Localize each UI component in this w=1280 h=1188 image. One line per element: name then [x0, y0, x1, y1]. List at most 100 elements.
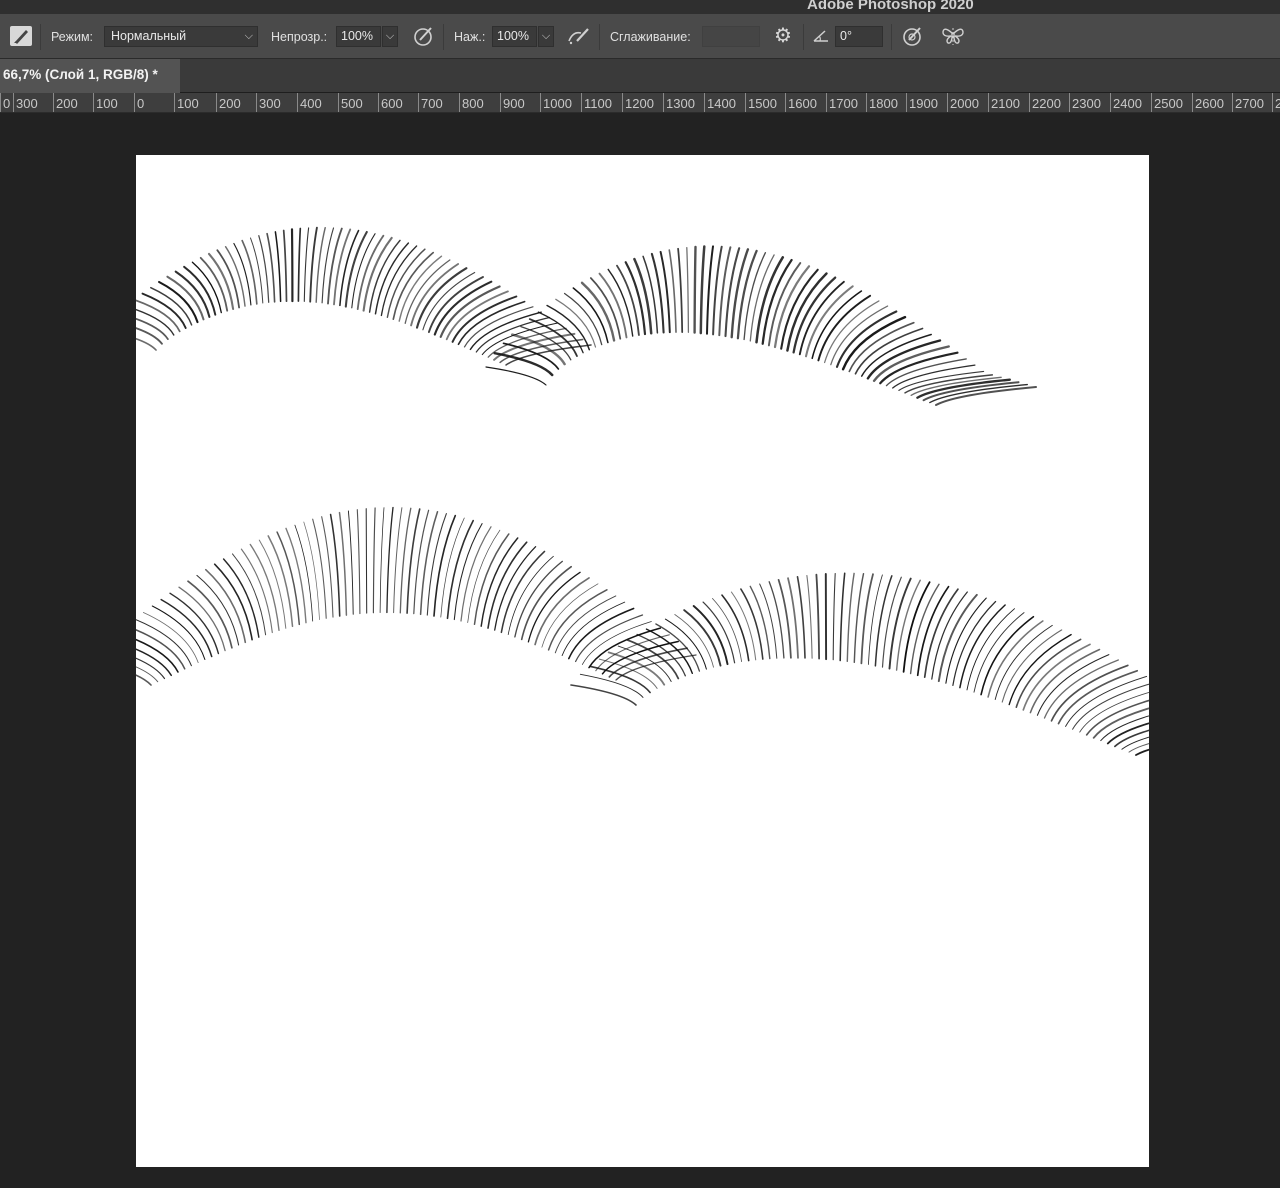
eyelash-stroke: [316, 228, 325, 303]
eyelash-stroke: [340, 231, 359, 306]
ruler-label: 1200: [625, 96, 654, 111]
eyelash-stroke: [170, 593, 218, 653]
ruler-label: 2600: [1195, 96, 1224, 111]
ruler-label: 500: [341, 96, 363, 111]
document-canvas[interactable]: [136, 155, 1149, 1167]
eyelash-stroke: [738, 251, 757, 338]
eyelash-stroke: [807, 576, 812, 659]
ruler-label: 1100: [584, 96, 612, 111]
ruler-label: 1800: [869, 96, 898, 111]
brush-tool-preset-icon[interactable]: [10, 26, 32, 46]
ruler-tick: [947, 93, 948, 113]
ruler-label: 900: [503, 96, 525, 111]
eyelash-stroke: [861, 574, 873, 663]
eyelash-stroke: [833, 574, 835, 660]
ruler-tick: [53, 93, 54, 113]
eyelash-stroke: [304, 228, 308, 302]
eyelash-stroke: [259, 236, 269, 303]
eyelash-stroke: [678, 249, 682, 332]
app-title: Adobe Photoshop 2020: [807, 0, 974, 13]
eyelash-stroke: [434, 516, 455, 616]
ruler-tick: [338, 93, 339, 113]
eyelash-stroke: [366, 509, 367, 613]
flow-input[interactable]: 100%: [492, 26, 537, 47]
eyelash-stroke: [486, 367, 546, 385]
ruler-label: 200: [219, 96, 241, 111]
flow-dropdown-chevron-icon[interactable]: ⌵: [538, 26, 554, 47]
eyelash-stroke: [322, 517, 333, 617]
eyelash-stroke: [840, 573, 845, 660]
eyelash-stroke: [136, 660, 151, 685]
eyelash-stroke: [259, 540, 286, 628]
ruler-tick: [540, 93, 541, 113]
ruler-label: 1400: [707, 96, 736, 111]
opacity-dropdown-chevron-icon[interactable]: ⌵: [382, 26, 398, 47]
eyelash-stroke: [427, 514, 446, 616]
opacity-label: Непрозр.:: [271, 14, 327, 59]
ruler-tick: [663, 93, 664, 113]
eyelash-stroke: [779, 580, 791, 658]
app-title-bar: Adobe Photoshop 2020: [0, 0, 1280, 14]
airbrush-icon[interactable]: [567, 25, 591, 52]
opacity-input[interactable]: 100%: [336, 26, 381, 47]
ruler-label: 700: [421, 96, 443, 111]
separator: [891, 24, 892, 50]
ruler-tick: [0, 93, 1, 113]
horizontal-ruler[interactable]: 0 300 200 100 0 100 200 300 400 500 600 700 800 900 10…: [0, 93, 1280, 113]
eyelash-stroke: [847, 573, 854, 661]
ruler-label: 2700: [1235, 96, 1264, 111]
ruler-tick: [134, 93, 135, 113]
eyelash-stroke: [209, 254, 233, 309]
mode-select[interactable]: Нормальный ⌵: [104, 26, 258, 47]
symmetry-butterfly-icon[interactable]: [940, 24, 966, 53]
angle-input[interactable]: 0°: [835, 26, 883, 47]
eyelash-stroke: [707, 246, 713, 333]
ruler-tick: [13, 93, 14, 113]
eyelash-stroke: [750, 255, 774, 341]
ruler-label: 1700: [829, 96, 858, 111]
eyelash-stroke: [652, 254, 664, 333]
ruler-tick: [1232, 93, 1233, 113]
eyelash-stroke: [357, 510, 360, 614]
ruler-label: 100: [96, 96, 118, 111]
ruler-label: 800: [462, 96, 484, 111]
ruler-tick: [1272, 93, 1273, 113]
pressure-opacity-icon[interactable]: [412, 24, 436, 53]
eyelash-stroke: [1080, 688, 1149, 732]
eyelash-stroke: [373, 508, 375, 613]
ruler-tick: [826, 93, 827, 113]
eyelash-stroke: [143, 294, 186, 328]
ruler-tick: [866, 93, 867, 113]
document-tab[interactable]: 66,7% (Слой 1, RGB/8) *: [0, 59, 180, 93]
eyelash-stroke: [589, 628, 660, 668]
eyelash-stroke: [348, 511, 353, 614]
eyelash-stroke: [226, 247, 245, 306]
ruler-label: 2: [1275, 96, 1280, 111]
eyelash-stroke: [387, 508, 393, 613]
ruler-tick: [581, 93, 582, 113]
eyelash-stroke: [816, 575, 819, 659]
eyelash-stroke: [596, 635, 670, 671]
angle-value: 0°: [840, 29, 852, 43]
ruler-tick: [216, 93, 217, 113]
gear-icon[interactable]: ⚙: [774, 25, 792, 47]
eyelash-stroke: [608, 269, 633, 336]
mode-value: Нормальный: [111, 29, 186, 43]
eyelash-stroke: [939, 595, 977, 681]
ruler-label: 0: [3, 96, 10, 111]
eyelash-stroke: [352, 234, 375, 308]
smoothing-input[interactable]: [702, 26, 760, 47]
pressure-size-icon[interactable]: [901, 24, 925, 53]
eyelash-stroke: [798, 577, 806, 658]
eyelash-stroke: [695, 247, 696, 333]
ruler-tick: [745, 93, 746, 113]
ruler-tick: [785, 93, 786, 113]
eyelash-stroke: [890, 579, 911, 669]
eyelash-stroke: [669, 250, 676, 332]
eyelash-stroke: [448, 521, 474, 619]
eyelash-stroke: [744, 253, 765, 340]
document-tab-label: 66,7% (Слой 1, RGB/8) *: [3, 67, 158, 82]
eyelash-stroke: [400, 508, 411, 613]
eyelash-stroke: [241, 549, 272, 632]
ruler-tick: [459, 93, 460, 113]
